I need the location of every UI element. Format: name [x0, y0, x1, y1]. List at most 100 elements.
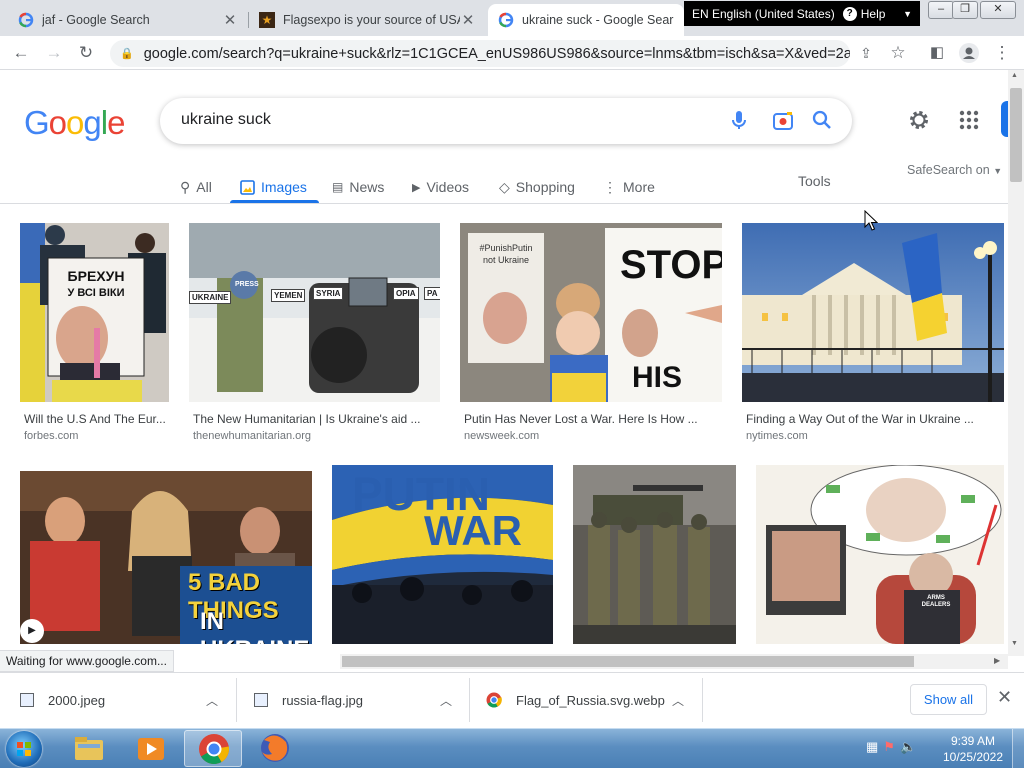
tab-more[interactable]: ⋮ More: [603, 171, 655, 203]
taskbar-explorer[interactable]: [60, 730, 118, 767]
result-caption[interactable]: The New Humanitarian | Is Ukraine's aid …: [193, 412, 443, 426]
bookmark-star-icon[interactable]: ☆: [888, 43, 908, 63]
help-button[interactable]: ? Help: [842, 6, 886, 21]
cartoon-sign: YEMEN: [271, 289, 306, 302]
dropdown-arrow-icon[interactable]: ▼: [903, 9, 912, 19]
camera-lens-icon[interactable]: [772, 111, 794, 131]
microphone-icon[interactable]: [730, 110, 748, 132]
taskbar-chrome[interactable]: [184, 730, 242, 767]
result-source[interactable]: nytimes.com: [746, 430, 808, 442]
result-source[interactable]: newsweek.com: [464, 430, 539, 442]
language-label: EN English (United States): [692, 6, 835, 21]
show-all-downloads-button[interactable]: Show all: [910, 684, 987, 715]
news-icon: ▤: [332, 180, 344, 194]
download-filename: Flag_of_Russia.svg.webp: [516, 692, 665, 708]
result-caption[interactable]: Finding a Way Out of the War in Ukraine …: [746, 412, 1004, 426]
logo-letter: o: [48, 104, 67, 141]
chevron-up-icon[interactable]: ︿: [206, 692, 218, 709]
tag-icon: ◇: [499, 178, 510, 195]
result-image-4[interactable]: [742, 223, 1004, 402]
share-icon[interactable]: ⇪: [856, 43, 876, 63]
show-desktop-button[interactable]: [1012, 729, 1024, 768]
result-image-6[interactable]: PUTIN WAR: [332, 465, 553, 644]
tab-shopping[interactable]: ◇ Shopping: [499, 171, 575, 203]
scroll-right-arrow-icon[interactable]: ▶: [994, 656, 1000, 665]
taskbar-media-player[interactable]: [122, 730, 180, 767]
google-logo[interactable]: Google: [24, 104, 125, 142]
logo-letter: e: [107, 104, 125, 141]
result-image-7[interactable]: [573, 465, 736, 644]
result-image-2[interactable]: UKRAINE YEMEN SYRIA OPIA PA PRESS: [189, 223, 440, 402]
chevron-up-icon[interactable]: ︿: [440, 692, 452, 709]
download-item-1[interactable]: 2000.jpeg ︿: [0, 672, 236, 728]
apps-grid-icon[interactable]: [959, 110, 979, 130]
close-window-button[interactable]: ✕: [980, 1, 1016, 19]
help-label: Help: [860, 6, 886, 21]
cartoon-label: DEALERS: [921, 602, 951, 608]
result-caption[interactable]: Putin Has Never Lost a War. Here Is How …: [464, 412, 722, 426]
system-tray[interactable]: ▦⚑🔈: [866, 739, 921, 755]
result-source[interactable]: forbes.com: [24, 430, 78, 442]
download-item-2[interactable]: russia-flag.jpg ︿: [234, 672, 470, 728]
sign-text: У ВСІ ВІКИ: [67, 287, 125, 299]
search-icon[interactable]: [812, 110, 832, 130]
download-item-3[interactable]: Flag_of_Russia.svg.webp ︿: [466, 672, 702, 728]
result-caption[interactable]: Will the U.S And The Eur...: [24, 412, 172, 426]
cartoon-sign: PA: [424, 287, 440, 300]
sign-text: БРЕХУН: [67, 268, 125, 284]
profile-icon[interactable]: [959, 43, 979, 63]
lock-icon[interactable]: 🔒: [120, 47, 134, 60]
search-box[interactable]: ukraine suck: [160, 98, 852, 144]
cartoon-label: ARMS: [927, 595, 945, 601]
safesearch-button[interactable]: SafeSearch on ▼: [907, 163, 1002, 177]
result-source[interactable]: thenewhumanitarian.org: [193, 430, 311, 442]
firefox-icon: [261, 734, 289, 762]
back-arrow-icon[interactable]: ←: [11, 43, 31, 63]
tab-news[interactable]: ▤ News: [332, 171, 384, 203]
browser-tab-2[interactable]: ★ Flagsexpo is your source of USA Flags …: [249, 4, 486, 36]
tab-videos[interactable]: ▶ Videos: [412, 171, 469, 203]
banner-text: WAR: [424, 507, 522, 554]
result-image-8[interactable]: ARMS DEALERS: [756, 465, 1004, 644]
address-bar[interactable]: 🔒 google.com/search?q=ukraine+suck&rlz=1…: [110, 40, 850, 67]
tab-images[interactable]: Images: [240, 171, 307, 203]
clock-time: 9:39 AM: [950, 734, 996, 748]
star-flag-icon: ★: [259, 12, 275, 28]
horizontal-scrollbar-thumb[interactable]: [342, 656, 914, 667]
result-image-5[interactable]: 5 BAD THINGS IN UKRAINE ▶: [20, 471, 312, 644]
close-tab-icon[interactable]: ✕: [222, 11, 238, 29]
tab-all[interactable]: ⚲ All: [180, 171, 212, 203]
scroll-up-arrow-icon[interactable]: ▲: [1011, 72, 1018, 79]
windows-explorer-icon: [75, 737, 103, 760]
start-button[interactable]: [6, 731, 42, 767]
volume-icon[interactable]: 🔈: [900, 739, 921, 754]
minimize-button[interactable]: –: [928, 1, 954, 19]
network-icon[interactable]: ▦: [866, 739, 883, 754]
tools-button[interactable]: Tools: [798, 173, 831, 189]
taskbar-clock[interactable]: 9:39 AM 10/25/2022: [938, 733, 1008, 765]
vertical-scrollbar-thumb[interactable]: [1010, 88, 1022, 182]
forward-arrow-icon[interactable]: →: [44, 43, 64, 63]
scroll-down-arrow-icon[interactable]: ▼: [1011, 640, 1018, 647]
side-panel-icon[interactable]: ◧: [927, 43, 947, 63]
chrome-icon: [486, 692, 502, 708]
taskbar-firefox[interactable]: [246, 730, 304, 767]
browser-menu-icon[interactable]: ⋮: [992, 43, 1012, 63]
action-center-icon[interactable]: ⚑: [883, 739, 900, 754]
restore-button[interactable]: ❐: [952, 1, 978, 19]
close-icon[interactable]: ✕: [997, 687, 1012, 708]
result-image-3[interactable]: #PunishPutin not Ukraine STOP HIS war: [460, 223, 722, 402]
language-bar[interactable]: EN English (United States) ? Help ▼: [684, 1, 920, 26]
chrome-icon: [199, 734, 230, 765]
browser-tab-3-active[interactable]: ukraine suck - Google Search: [488, 4, 684, 36]
reload-icon[interactable]: ↻: [76, 43, 96, 63]
search-query[interactable]: ukraine suck: [181, 111, 271, 129]
browser-tab-1[interactable]: jaf - Google Search ✕: [8, 4, 248, 36]
close-tab-icon[interactable]: ✕: [460, 11, 476, 29]
gear-icon[interactable]: [907, 108, 931, 132]
result-image-1[interactable]: БРЕХУН У ВСІ ВІКИ: [20, 223, 169, 402]
play-icon[interactable]: ▶: [20, 619, 44, 643]
tab-label: Shopping: [515, 179, 575, 195]
logo-letter: G: [24, 104, 50, 141]
chevron-up-icon[interactable]: ︿: [672, 692, 684, 709]
